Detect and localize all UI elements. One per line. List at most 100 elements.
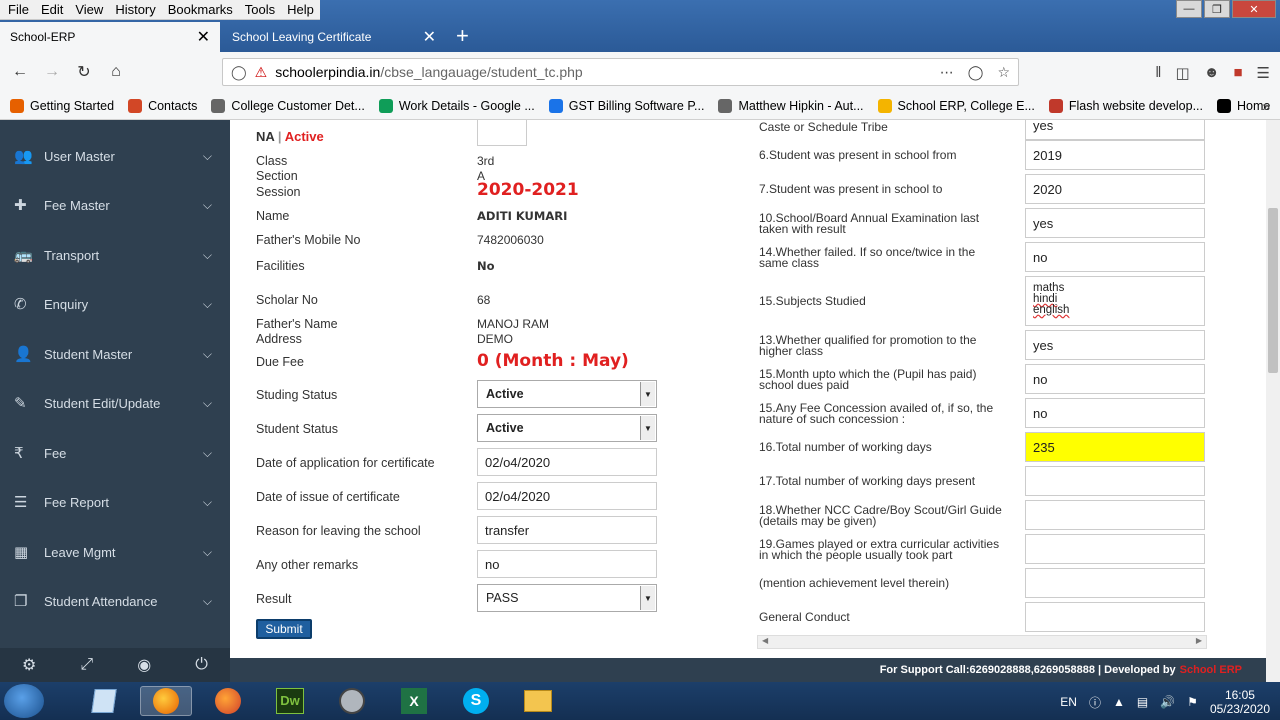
language-indicator[interactable]: EN — [1060, 695, 1077, 709]
pocket-icon[interactable]: ◯ — [968, 64, 984, 81]
bookmark-item[interactable]: Flash website develop... — [1048, 98, 1203, 113]
forward-arrow-icon[interactable]: → — [38, 58, 66, 86]
bookmark-item[interactable]: Work Details - Google ... — [378, 98, 535, 113]
promotion-field[interactable]: yes — [1025, 330, 1205, 360]
remarks-field[interactable]: no — [477, 550, 657, 578]
home-icon[interactable]: ⌂ — [102, 58, 130, 86]
sidebar-item-leave-mgmt[interactable]: ▦ Leave Mgmt ⌵ — [0, 532, 230, 572]
ncc-field[interactable] — [1025, 500, 1205, 530]
explorer-taskbar-icon[interactable] — [512, 686, 564, 716]
menu-bookmarks[interactable]: Bookmarks — [162, 2, 239, 17]
firefox-taskbar-icon[interactable] — [140, 686, 192, 716]
concession-field[interactable]: no — [1025, 398, 1205, 428]
scrollbar-thumb[interactable] — [1268, 208, 1278, 373]
sidebar-item-user-master[interactable]: 👥 User Master ⌵ — [0, 136, 230, 176]
back-arrow-icon[interactable]: ← — [6, 58, 34, 86]
menu-help[interactable]: Help — [281, 2, 320, 17]
bookmark-star-icon[interactable]: ☆ — [997, 64, 1010, 81]
failed-field[interactable]: no — [1025, 242, 1205, 272]
library-icon[interactable]: ‖ — [1155, 64, 1161, 82]
exam-field[interactable]: yes — [1025, 208, 1205, 238]
present-from-field[interactable]: 2019 — [1025, 140, 1205, 170]
notepad-taskbar-icon[interactable] — [78, 686, 130, 716]
pdf-icon[interactable]: ■ — [1233, 64, 1242, 82]
tray-expand-icon[interactable]: ▲ — [1113, 695, 1125, 709]
clock[interactable]: 16:05 05/23/2020 — [1210, 688, 1270, 716]
close-window-button[interactable]: ✕ — [1232, 0, 1276, 18]
working-days-field[interactable]: 235 — [1025, 432, 1205, 462]
reason-field[interactable]: transfer — [477, 516, 657, 544]
hide-eye-icon[interactable]: ◉ — [137, 655, 151, 675]
conduct-field[interactable] — [1025, 602, 1205, 632]
settings-gear-icon[interactable]: ⚙ — [22, 655, 36, 675]
page-actions-icon[interactable]: ⋯ — [940, 64, 954, 81]
tab-school-erp[interactable]: School-ERP ✕ — [0, 22, 220, 52]
studing-status-select[interactable]: Active ▼ — [477, 380, 657, 408]
power-icon[interactable]: ⏻ — [195, 656, 208, 674]
submit-button[interactable]: Submit — [256, 619, 312, 639]
close-tab-icon[interactable]: ✕ — [423, 27, 436, 47]
new-tab-icon[interactable]: + — [456, 24, 469, 48]
achievement-field[interactable] — [1025, 568, 1205, 598]
sidebar-item-fee-report[interactable]: ☰ Fee Report ⌵ — [0, 482, 230, 522]
horizontal-scrollbar[interactable]: ◀ ▶ — [757, 635, 1207, 649]
menu-tools[interactable]: Tools — [239, 2, 281, 17]
volume-icon[interactable]: 🔊 — [1160, 695, 1175, 709]
menu-edit[interactable]: Edit — [35, 2, 69, 17]
flag-icon[interactable]: ⚑ — [1187, 695, 1198, 709]
sidebar-toggle-icon[interactable]: ◫ — [1176, 64, 1190, 82]
bookmark-item[interactable]: College Customer Det... — [211, 98, 365, 113]
start-button[interactable] — [4, 684, 44, 718]
reload-icon[interactable]: ↻ — [70, 58, 98, 86]
date-application-field[interactable]: 02/o4/2020 — [477, 448, 657, 476]
sidebar-item-transport[interactable]: 🚌 Transport ⌵ — [0, 235, 230, 275]
sidebar-item-student-attendance[interactable]: ❐ Student Attendance ⌵ — [0, 581, 230, 621]
date-issue-field[interactable]: 02/o4/2020 — [477, 482, 657, 510]
sidebar-item-enquiry[interactable]: ✆ Enquiry ⌵ — [0, 284, 230, 324]
dreamweaver-taskbar-icon[interactable]: Dw — [264, 686, 316, 716]
menu-history[interactable]: History — [109, 2, 161, 17]
present-to-field[interactable]: 2020 — [1025, 174, 1205, 204]
chevron-down-icon[interactable]: ▼ — [640, 586, 655, 610]
dues-month-field[interactable]: no — [1025, 364, 1205, 394]
sidebar-item-fee-master[interactable]: ✚ Fee Master ⌵ — [0, 185, 230, 225]
address-bar[interactable]: ◯ ⚠ schoolerpindia.in /cbse_langauage/st… — [222, 58, 1019, 86]
chevron-down-icon[interactable]: ▼ — [640, 416, 655, 440]
network-icon[interactable]: ▤ — [1137, 695, 1148, 709]
bookmark-item[interactable]: Contacts — [128, 98, 197, 113]
menu-view[interactable]: View — [69, 2, 109, 17]
sidebar-item-student-master[interactable]: 👤 Student Master ⌵ — [0, 334, 230, 374]
excel-taskbar-icon[interactable]: X — [388, 686, 440, 716]
bookmark-item[interactable]: Matthew Hipkin - Aut... — [718, 98, 864, 113]
subjects-textarea[interactable]: maths hindi english — [1025, 276, 1205, 326]
bookmark-item[interactable]: Getting Started — [10, 98, 114, 113]
hamburger-menu-icon[interactable]: ☰ — [1257, 64, 1270, 82]
menu-file[interactable]: File — [2, 2, 35, 17]
scroll-right-icon[interactable]: ▶ — [1196, 636, 1202, 645]
page-scrollbar[interactable] — [1266, 120, 1280, 682]
bookmark-item[interactable]: School ERP, College E... — [877, 98, 1035, 113]
maximize-button[interactable]: ❐ — [1204, 0, 1230, 18]
result-select[interactable]: PASS ▼ — [477, 584, 657, 612]
present-days-field[interactable] — [1025, 466, 1205, 496]
student-status-select[interactable]: Active ▼ — [477, 414, 657, 442]
help-icon[interactable]: ⓘ — [1089, 694, 1101, 711]
close-tab-icon[interactable]: ✕ — [197, 27, 210, 47]
games-field[interactable] — [1025, 534, 1205, 564]
account-icon[interactable]: ☻ — [1204, 64, 1220, 82]
firefox-alt-taskbar-icon[interactable] — [202, 686, 254, 716]
insecure-lock-icon[interactable]: ⚠ — [255, 64, 268, 81]
shield-icon[interactable]: ◯ — [231, 64, 247, 81]
sidebar-item-student-edit-update[interactable]: ✎ Student Edit/Update ⌵ — [0, 383, 230, 423]
footer-brand[interactable]: School ERP — [1180, 664, 1242, 676]
bookmarks-overflow-icon[interactable]: » — [1262, 98, 1270, 114]
tab-school-leaving-certificate[interactable]: School Leaving Certificate ✕ — [222, 22, 446, 52]
sidebar-item-fee[interactable]: ₹ Fee ⌵ — [0, 433, 230, 473]
media-taskbar-icon[interactable] — [326, 686, 378, 716]
caste-field[interactable]: yes — [1025, 120, 1205, 140]
bookmark-item[interactable]: GST Billing Software P... — [548, 98, 704, 113]
skype-taskbar-icon[interactable]: S — [450, 686, 502, 716]
scroll-left-icon[interactable]: ◀ — [762, 636, 768, 645]
fullscreen-icon[interactable]: ⤢ — [80, 656, 93, 674]
minimize-button[interactable]: — — [1176, 0, 1202, 18]
